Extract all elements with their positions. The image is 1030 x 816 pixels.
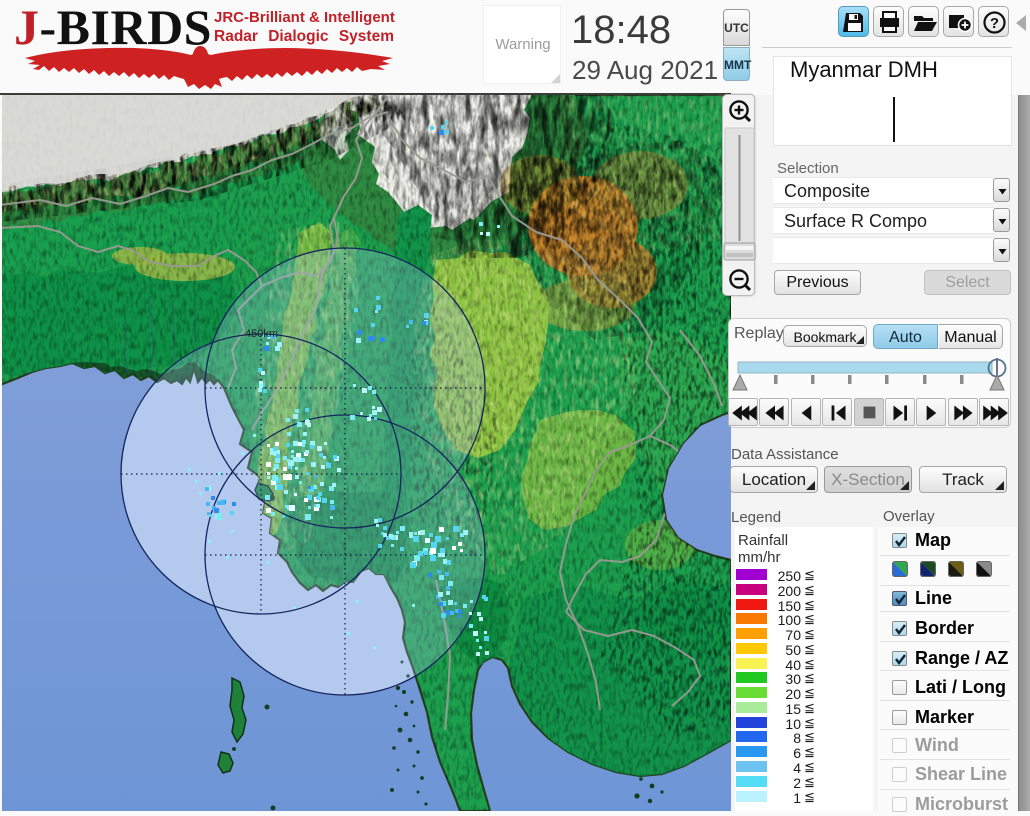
svg-text:?: ?	[990, 15, 999, 32]
svg-text:450km: 450km	[245, 328, 278, 340]
